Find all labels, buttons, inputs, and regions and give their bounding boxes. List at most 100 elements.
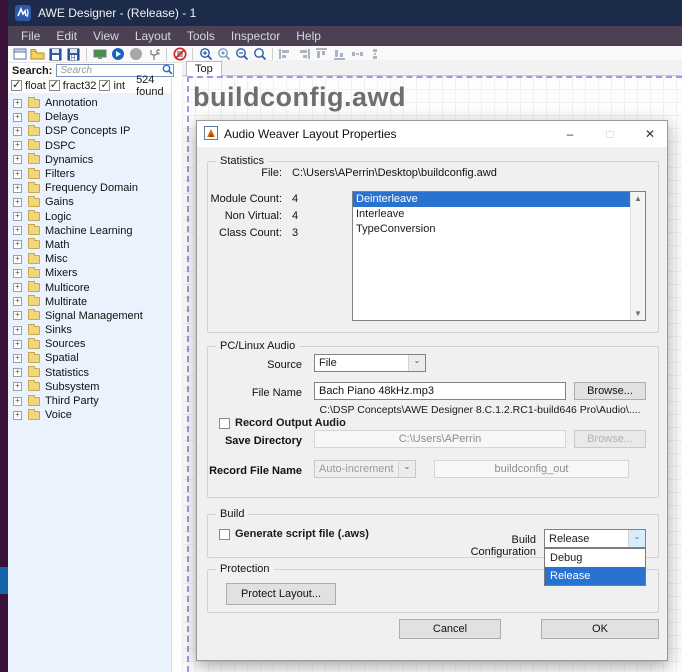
save-directory-input bbox=[314, 430, 566, 448]
new-file-icon[interactable] bbox=[11, 47, 28, 62]
tab-top[interactable]: Top bbox=[186, 61, 222, 76]
expand-icon[interactable] bbox=[13, 127, 22, 136]
tree-item-sinks[interactable]: Sinks bbox=[8, 323, 171, 337]
expand-icon[interactable] bbox=[13, 198, 22, 207]
menu-inspector[interactable]: Inspector bbox=[224, 27, 287, 45]
expand-icon[interactable] bbox=[13, 382, 22, 391]
expand-icon[interactable] bbox=[13, 397, 22, 406]
tree-item-filters[interactable]: Filters bbox=[8, 167, 171, 181]
build-configuration-combobox[interactable]: Release bbox=[544, 529, 646, 548]
tree-item-machine-learning[interactable]: Machine Learning bbox=[8, 224, 171, 238]
profile-icon[interactable] bbox=[145, 47, 162, 62]
layout-update-icon[interactable] bbox=[91, 47, 108, 62]
expand-icon[interactable] bbox=[13, 170, 22, 179]
option-release[interactable]: Release bbox=[545, 567, 645, 585]
tree-item-gains[interactable]: Gains bbox=[8, 195, 171, 209]
stop-icon[interactable] bbox=[127, 47, 144, 62]
expand-icon[interactable] bbox=[13, 297, 22, 306]
minimize-icon[interactable]: – bbox=[553, 121, 587, 147]
tree-item-statistics[interactable]: Statistics bbox=[8, 366, 171, 380]
record-output-audio-row: Record Output Audio bbox=[219, 417, 346, 429]
toolbar-separator bbox=[192, 48, 193, 61]
tree-item-math[interactable]: Math bbox=[8, 238, 171, 252]
expand-icon[interactable] bbox=[13, 113, 22, 122]
fract32-checkbox[interactable] bbox=[49, 80, 60, 91]
menu-layout[interactable]: Layout bbox=[128, 27, 178, 45]
menu-file[interactable]: File bbox=[14, 27, 47, 45]
tree-item-dspc[interactable]: DSPC bbox=[8, 139, 171, 153]
scroll-down-icon[interactable]: ▼ bbox=[631, 307, 645, 320]
tree-item-dsp-concepts-ip[interactable]: DSP Concepts IP bbox=[8, 124, 171, 138]
source-combobox[interactable]: File bbox=[314, 354, 426, 372]
tree-item-voice[interactable]: Voice bbox=[8, 408, 171, 422]
generate-script-checkbox[interactable] bbox=[219, 529, 230, 540]
tree-item-multirate[interactable]: Multirate bbox=[8, 295, 171, 309]
expand-icon[interactable] bbox=[13, 141, 22, 150]
tree-item-misc[interactable]: Misc bbox=[8, 252, 171, 266]
list-item-typeconversion[interactable]: TypeConversion bbox=[353, 222, 645, 237]
expand-icon[interactable] bbox=[13, 326, 22, 335]
expand-icon[interactable] bbox=[13, 311, 22, 320]
protect-layout-button[interactable]: Protect Layout... bbox=[226, 583, 336, 605]
generate-script-row: Generate script file (.aws) bbox=[219, 528, 369, 540]
tree-item-third-party[interactable]: Third Party bbox=[8, 394, 171, 408]
expand-icon[interactable] bbox=[13, 354, 22, 363]
build-configuration-value: Release bbox=[545, 533, 628, 545]
record-output-checkbox[interactable] bbox=[219, 418, 230, 429]
float-label: float bbox=[25, 80, 46, 92]
tree-item-frequency-domain[interactable]: Frequency Domain bbox=[8, 181, 171, 195]
tree-item-mixers[interactable]: Mixers bbox=[8, 266, 171, 280]
menu-tools[interactable]: Tools bbox=[180, 27, 222, 45]
scroll-up-icon[interactable]: ▲ bbox=[631, 192, 645, 205]
expand-icon[interactable] bbox=[13, 155, 22, 164]
file-name-input[interactable] bbox=[314, 382, 566, 400]
expand-icon[interactable] bbox=[13, 269, 22, 278]
tree-item-sources[interactable]: Sources bbox=[8, 337, 171, 351]
expand-icon[interactable] bbox=[13, 240, 22, 249]
browse-file-button[interactable]: Browse... bbox=[574, 382, 646, 400]
tree-item-subsystem[interactable]: Subsystem bbox=[8, 380, 171, 394]
menu-help[interactable]: Help bbox=[289, 27, 328, 45]
expand-icon[interactable] bbox=[13, 255, 22, 264]
ok-button[interactable]: OK bbox=[541, 619, 659, 639]
expand-icon[interactable] bbox=[13, 99, 22, 108]
tree-item-signal-management[interactable]: Signal Management bbox=[8, 309, 171, 323]
chevron-down-icon bbox=[398, 461, 415, 477]
tree-item-delays[interactable]: Delays bbox=[8, 110, 171, 124]
tree-item-annotation[interactable]: Annotation bbox=[8, 96, 171, 110]
option-debug[interactable]: Debug bbox=[545, 549, 645, 567]
menu-edit[interactable]: Edit bbox=[49, 27, 84, 45]
expand-icon[interactable] bbox=[13, 283, 22, 292]
list-scrollbar[interactable]: ▲▼ bbox=[630, 192, 645, 320]
module-class-list[interactable]: Deinterleave Interleave TypeConversion ▲… bbox=[352, 191, 646, 321]
expand-icon[interactable] bbox=[13, 226, 22, 235]
expand-icon[interactable] bbox=[13, 212, 22, 221]
tree-item-logic[interactable]: Logic bbox=[8, 210, 171, 224]
expand-icon[interactable] bbox=[13, 411, 22, 420]
save-as-icon[interactable]: H bbox=[65, 47, 82, 62]
expand-icon[interactable] bbox=[13, 368, 22, 377]
menu-view[interactable]: View bbox=[86, 27, 126, 45]
list-item-interleave[interactable]: Interleave bbox=[353, 207, 645, 222]
int-checkbox[interactable] bbox=[99, 80, 110, 91]
save-icon[interactable] bbox=[47, 47, 64, 62]
source-value: File bbox=[315, 357, 408, 369]
dialog-titlebar[interactable]: Audio Weaver Layout Properties – □ ✕ bbox=[197, 121, 667, 147]
maximize-icon[interactable]: □ bbox=[593, 121, 627, 147]
tree-item-multicore[interactable]: Multicore bbox=[8, 280, 171, 294]
tree-item-spatial[interactable]: Spatial bbox=[8, 351, 171, 365]
float-checkbox[interactable] bbox=[11, 80, 22, 91]
folder-icon bbox=[28, 297, 40, 306]
list-item-deinterleave[interactable]: Deinterleave bbox=[353, 192, 645, 207]
tree-item-dynamics[interactable]: Dynamics bbox=[8, 153, 171, 167]
expand-icon[interactable] bbox=[13, 340, 22, 349]
run-icon[interactable] bbox=[109, 47, 126, 62]
file-name-label: File Name bbox=[217, 387, 302, 399]
folder-icon bbox=[28, 411, 40, 420]
open-folder-icon[interactable] bbox=[29, 47, 46, 62]
build-configuration-dropdown: Debug Release bbox=[544, 548, 646, 586]
close-icon[interactable]: ✕ bbox=[633, 121, 667, 147]
expand-icon[interactable] bbox=[13, 184, 22, 193]
class-count-label: Class Count: bbox=[197, 227, 282, 239]
cancel-button[interactable]: Cancel bbox=[399, 619, 501, 639]
